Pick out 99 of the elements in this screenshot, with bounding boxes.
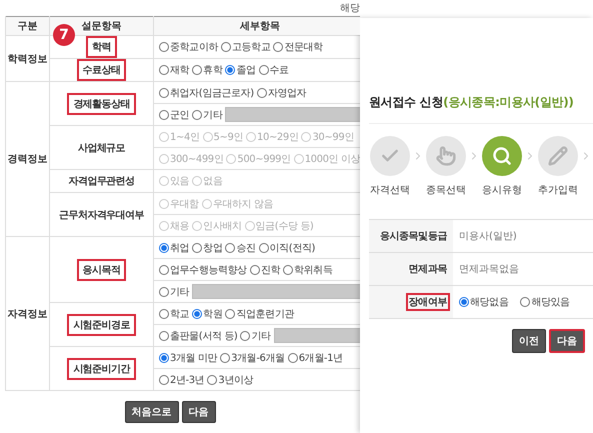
nav-button[interactable]: 처음으로 xyxy=(124,401,178,423)
question-label: 자격업무관련성 xyxy=(68,175,136,189)
radio-option[interactable]: 취업 xyxy=(159,240,190,254)
radio-option[interactable]: 진학 xyxy=(250,262,280,276)
nav-button[interactable]: 이전 xyxy=(512,329,546,353)
radio-option[interactable]: 업무수행능력향상 xyxy=(159,262,247,276)
question-label: 경제활동상태 xyxy=(67,92,136,114)
radio-button[interactable] xyxy=(520,297,530,307)
radio-button[interactable] xyxy=(225,308,236,318)
radio-button[interactable] xyxy=(220,352,230,362)
radio-option[interactable]: 학원 xyxy=(192,306,222,320)
radio-option[interactable]: 재학 xyxy=(159,63,190,77)
radio-button[interactable] xyxy=(192,308,202,318)
step-badge: 7 xyxy=(53,24,75,46)
radio-button[interactable] xyxy=(283,264,294,274)
radio-button[interactable] xyxy=(159,42,169,52)
input-field[interactable] xyxy=(225,107,360,122)
group-label: 자격정보 xyxy=(8,308,48,320)
step-label: 종목선택 xyxy=(426,184,466,197)
field-value: 미용사(일반) xyxy=(459,230,517,243)
radio-button[interactable] xyxy=(159,330,169,340)
radio-button[interactable] xyxy=(459,297,469,307)
radio-option[interactable]: 기타 xyxy=(192,108,222,122)
field-label: 장애여부 xyxy=(406,293,450,311)
nav-button[interactable]: 다음 xyxy=(549,329,585,353)
radio-option[interactable]: 학위취득 xyxy=(283,262,332,276)
radio-option[interactable]: 6개월-1년 xyxy=(288,350,343,364)
question-label: 근무처자격우대여부 xyxy=(58,208,145,222)
radio-option[interactable]: 학교 xyxy=(159,306,190,320)
radio-button[interactable] xyxy=(221,42,232,52)
radio-button[interactable] xyxy=(192,242,202,252)
radio-button[interactable] xyxy=(258,65,269,75)
radio-option[interactable]: 자영업자 xyxy=(256,86,306,100)
radio-button[interactable] xyxy=(159,88,169,98)
radio-button[interactable] xyxy=(159,264,169,274)
radio-button[interactable] xyxy=(240,330,250,340)
radio-button[interactable] xyxy=(159,65,169,75)
radio-option[interactable]: 휴학 xyxy=(192,63,222,77)
radio-button[interactable] xyxy=(250,264,260,274)
page-title: 원서접수 신청(응시종목:미용사(일반)) xyxy=(369,94,593,124)
radio-option[interactable]: 고등학교 xyxy=(221,40,270,54)
radio-button[interactable] xyxy=(207,374,218,384)
step-label: 자격선택 xyxy=(370,184,410,197)
question-label: 수료상태 xyxy=(76,59,126,81)
radio-option[interactable]: 군인 xyxy=(159,108,190,122)
radio-button[interactable] xyxy=(192,65,202,75)
radio-option[interactable]: 직업훈련기관 xyxy=(225,306,294,320)
radio-option[interactable]: 해당없음 xyxy=(459,295,508,309)
input-field[interactable] xyxy=(192,284,360,299)
radio-button[interactable] xyxy=(273,42,284,52)
search-icon xyxy=(492,146,512,166)
question-label: 시험준비경로 xyxy=(67,314,136,336)
field-label: 면제과목 xyxy=(408,263,448,277)
note-text: 해당 xyxy=(340,2,360,15)
group-label: 학력정보 xyxy=(8,54,48,64)
nav-button[interactable]: 다음 xyxy=(182,401,216,423)
question-label: 시험준비기간 xyxy=(67,358,136,380)
column-header: 구분 xyxy=(18,21,38,32)
radio-option[interactable]: 취업자(임금근로자) xyxy=(159,86,254,100)
radio-button[interactable] xyxy=(256,88,267,98)
radio-option[interactable]: 이직(전직) xyxy=(258,240,316,254)
question-label: 응시목적 xyxy=(76,258,126,280)
radio-button[interactable] xyxy=(159,308,169,318)
radio-button[interactable] xyxy=(225,65,236,75)
column-header: 세부항목 xyxy=(240,21,280,32)
step-label: 추가입력 xyxy=(538,184,578,197)
question-label: 학력 xyxy=(86,36,117,58)
radio-button[interactable] xyxy=(192,110,202,120)
group-label: 경력정보 xyxy=(8,154,48,165)
radio-button[interactable] xyxy=(159,352,169,362)
radio-option[interactable]: 해당있음 xyxy=(520,295,570,309)
radio-option[interactable]: 승진 xyxy=(225,240,256,254)
radio-option[interactable]: 출판물(서적 등) xyxy=(159,328,238,342)
radio-button[interactable] xyxy=(258,242,269,252)
column-header: 설문항목 xyxy=(82,21,122,32)
radio-button[interactable] xyxy=(159,110,169,120)
input-field[interactable] xyxy=(274,328,360,343)
radio-button[interactable] xyxy=(225,242,236,252)
radio-option[interactable]: 창업 xyxy=(192,240,222,254)
radio-option[interactable]: 2년-3년 xyxy=(159,372,204,386)
radio-option[interactable]: 수료 xyxy=(258,63,289,77)
pencil-icon xyxy=(548,146,568,166)
radio-option[interactable]: 기타 xyxy=(159,284,190,298)
radio-button[interactable] xyxy=(159,374,169,384)
pointer-hand-icon xyxy=(436,146,456,166)
field-label: 응시종목및등급 xyxy=(378,230,448,244)
radio-option[interactable]: 3개월 미만 xyxy=(159,350,218,364)
radio-option[interactable]: 중학교이하 xyxy=(159,40,218,54)
radio-button[interactable] xyxy=(159,286,169,296)
radio-button[interactable] xyxy=(288,352,298,362)
radio-option[interactable]: 전문대학 xyxy=(273,40,323,54)
radio-option[interactable]: 졸업 xyxy=(225,63,256,77)
radio-option[interactable]: 기타 xyxy=(240,328,271,342)
field-value: 면제과목없음 xyxy=(459,263,519,276)
step-label: 응시유형 xyxy=(482,184,522,197)
radio-button[interactable] xyxy=(159,242,169,252)
radio-option[interactable]: 3개월-6개월 xyxy=(220,350,285,364)
question-label: 사업체규모 xyxy=(76,142,126,156)
radio-option[interactable]: 3년이상 xyxy=(207,372,254,386)
